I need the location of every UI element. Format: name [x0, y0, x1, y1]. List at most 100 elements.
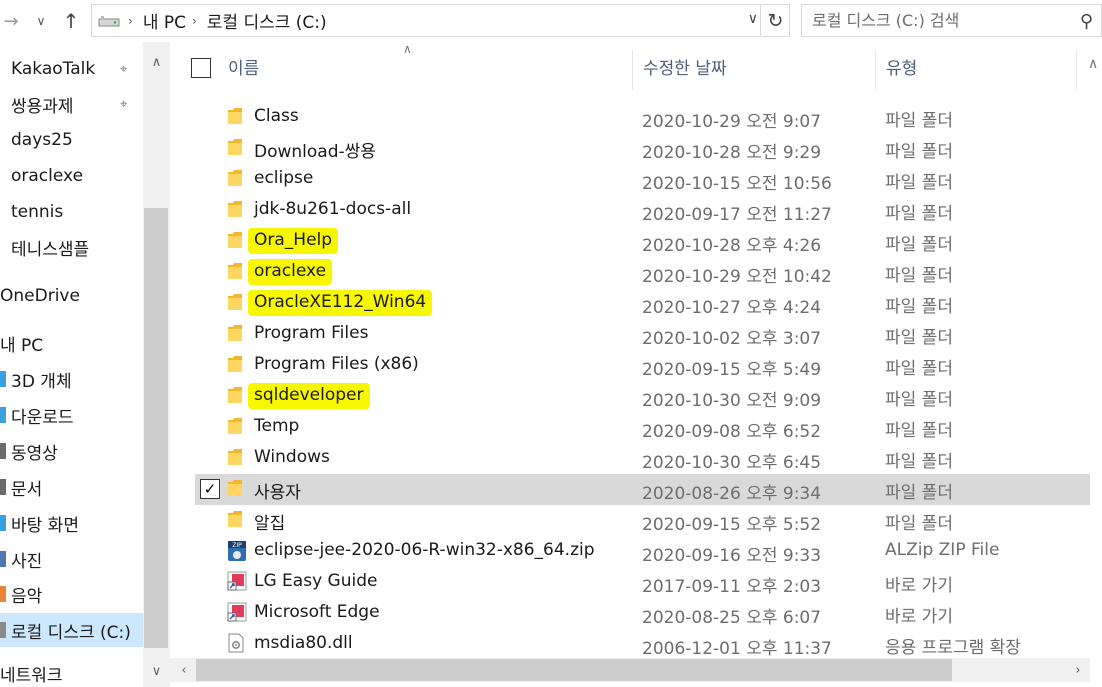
file-name[interactable]: eclipse — [254, 168, 313, 188]
file-name[interactable]: Temp — [254, 416, 299, 436]
nav-item[interactable]: tennis — [0, 195, 143, 229]
file-row[interactable]: Windows 2020-10-30 오후 6:45 파일 폴더 — [195, 443, 1090, 474]
select-all-checkbox[interactable] — [191, 58, 211, 78]
nav-item-label: 3D 개체 — [11, 371, 72, 392]
nav-item-icon — [0, 407, 6, 423]
nav-vertical-scrollbar[interactable]: ∧ ∨ — [143, 42, 170, 687]
file-name[interactable]: OracleXE112_Win64 — [248, 290, 433, 316]
file-row[interactable]: ZIP eclipse-jee-2020-06-R-win32-x86_64.zi… — [195, 536, 1090, 567]
nav-item-icon — [0, 551, 6, 567]
file-row[interactable]: Temp 2020-09-08 오후 6:52 파일 폴더 — [195, 412, 1090, 443]
nav-item[interactable]: oraclexe — [0, 159, 143, 193]
nav-item[interactable]: 테니스샘플 — [0, 230, 143, 264]
scroll-down-arrow-icon[interactable]: ∨ — [143, 659, 170, 683]
nav-item[interactable]: 네트워크 — [0, 656, 143, 687]
file-row[interactable]: Download-쌍용 2020-10-28 오전 9:29 파일 폴더 — [195, 133, 1090, 164]
nav-item[interactable]: 로컬 디스크 (C:) — [0, 613, 143, 647]
back-arrow-icon[interactable]: → — [0, 8, 22, 34]
file-row[interactable]: Ora_Help 2020-10-28 오후 4:26 파일 폴더 — [195, 226, 1090, 257]
nav-item-label: 테니스샘플 — [11, 239, 90, 260]
refresh-icon[interactable]: ↻ — [762, 4, 790, 37]
file-name[interactable]: LG Easy Guide — [254, 571, 377, 591]
breadcrumb-chevron-icon[interactable]: › — [192, 14, 197, 28]
column-type[interactable]: 유형 — [886, 42, 1076, 90]
file-row[interactable]: Program Files 2020-10-02 오후 3:07 파일 폴더 — [195, 319, 1090, 350]
nav-item[interactable]: days25 — [0, 123, 143, 157]
nav-item[interactable]: 다운로드 — [0, 398, 143, 432]
file-name[interactable]: sqldeveloper — [248, 383, 370, 409]
search-input[interactable] — [802, 11, 1067, 30]
horizontal-scrollbar[interactable]: ‹ › — [170, 658, 1090, 682]
column-name[interactable]: 이름 — [228, 42, 632, 90]
file-name[interactable]: msdia80.dll — [254, 633, 353, 653]
search-icon[interactable]: ⚲ — [1080, 11, 1093, 32]
file-row[interactable]: jdk-8u261-docs-all 2020-09-17 오전 11:27 파일 … — [195, 195, 1090, 226]
nav-item-label: 다운로드 — [11, 407, 74, 428]
file-name[interactable]: eclipse-jee-2020-06-R-win32-x86_64.zip — [254, 540, 595, 560]
breadcrumb-my-pc[interactable]: 내 PC — [143, 8, 186, 33]
file-row[interactable]: 알집 2020-09-15 오후 5:52 파일 폴더 — [195, 505, 1090, 536]
nav-item[interactable]: 3D 개체 — [0, 362, 143, 396]
file-row[interactable]: LG Easy Guide 2017-09-11 오후 2:03 바로 가기 — [195, 567, 1090, 598]
row-checkbox[interactable]: ✓ — [200, 479, 220, 499]
file-row[interactable]: sqldeveloper 2020-10-30 오전 9:09 파일 폴더 — [195, 381, 1090, 412]
scroll-right-arrow-icon[interactable]: › — [1066, 658, 1090, 682]
address-dropdown-chevron-icon[interactable]: ∨ — [748, 11, 758, 27]
file-name[interactable]: jdk-8u261-docs-all — [254, 199, 411, 219]
file-name[interactable]: Program Files (x86) — [254, 354, 419, 374]
nav-item[interactable]: 동영상 — [0, 434, 143, 468]
nav-item[interactable]: 사진 — [0, 542, 143, 576]
nav-item[interactable]: 내 PC — [0, 326, 143, 360]
breadcrumb-local-disk[interactable]: 로컬 디스크 (C:) — [207, 8, 327, 33]
folder-icon — [227, 510, 242, 528]
file-row[interactable]: OracleXE112_Win64 2020-10-27 오후 4:24 파일 폴더 — [195, 288, 1090, 319]
file-row[interactable]: oraclexe 2020-10-29 오전 10:42 파일 폴더 — [195, 257, 1090, 288]
file-type: 파일 폴더 — [885, 421, 953, 441]
file-name[interactable]: Download-쌍용 — [254, 137, 376, 162]
column-divider[interactable] — [1076, 50, 1077, 90]
nav-item[interactable]: OneDrive — [0, 279, 143, 313]
breadcrumb-chevron-icon[interactable]: › — [128, 14, 133, 28]
nav-item[interactable]: KakaoTalk ⌖ — [0, 52, 143, 86]
nav-item[interactable]: 쌍용과제 ⌖ — [0, 87, 143, 121]
file-row[interactable]: ✓ 사용자 2020-08-26 오후 9:34 파일 폴더 — [195, 474, 1090, 505]
nav-item-label: 문서 — [11, 479, 43, 500]
recent-locations-chevron-icon[interactable]: ∨ — [30, 8, 52, 34]
file-row[interactable]: eclipse 2020-10-15 오전 10:56 파일 폴더 — [195, 164, 1090, 195]
shortcut-icon — [227, 571, 247, 591]
nav-scroll-thumb[interactable] — [144, 208, 168, 648]
file-type: 파일 폴더 — [885, 328, 953, 348]
horizontal-scroll-thumb[interactable] — [196, 659, 952, 681]
column-date[interactable]: 수정한 날짜 — [643, 42, 873, 90]
column-divider[interactable] — [632, 50, 633, 90]
file-date: 2020-10-29 오전 10:42 — [642, 267, 832, 287]
file-date: 2020-10-28 오후 4:26 — [642, 236, 822, 256]
file-name[interactable]: 알집 — [254, 509, 285, 534]
file-name[interactable]: Microsoft Edge — [254, 602, 380, 622]
pin-icon: ⌖ — [120, 61, 128, 77]
file-name[interactable]: 사용자 — [254, 478, 301, 503]
file-row[interactable]: Program Files (x86) 2020-09-15 오후 5:49 파일 … — [195, 350, 1090, 381]
file-type: 바로 가기 — [885, 576, 953, 596]
file-name[interactable]: oraclexe — [248, 259, 333, 285]
scroll-up-arrow-icon[interactable]: ∧ — [143, 50, 170, 74]
file-date: 2020-10-28 오전 9:29 — [642, 143, 822, 163]
file-name[interactable]: Program Files — [254, 323, 368, 343]
nav-item-icon — [0, 443, 6, 459]
column-divider[interactable] — [875, 50, 876, 90]
file-name[interactable]: Class — [254, 106, 299, 126]
nav-item[interactable]: 음악 — [0, 577, 143, 611]
file-name[interactable]: Windows — [254, 447, 330, 467]
scroll-left-arrow-icon[interactable]: ‹ — [172, 658, 196, 682]
nav-item[interactable]: 바탕 화면 — [0, 506, 143, 540]
file-row[interactable]: Microsoft Edge 2020-08-25 오후 6:07 바로 가기 — [195, 598, 1090, 629]
search-box[interactable]: ⚲ — [801, 4, 1102, 37]
column-date-label: 수정한 날짜 — [643, 58, 727, 79]
address-box[interactable]: › 내 PC › 로컬 디스크 (C:) ∨ — [91, 4, 761, 37]
up-arrow-icon[interactable]: ↑ — [60, 8, 82, 34]
file-row[interactable]: msdia80.dll 2006-12-01 오후 11:37 응용 프로그램 확장 — [195, 629, 1090, 660]
file-row[interactable]: Class 2020-10-29 오전 9:07 파일 폴더 — [195, 102, 1090, 133]
folder-icon — [227, 448, 242, 466]
nav-item[interactable]: 문서 — [0, 470, 143, 504]
file-name[interactable]: Ora_Help — [248, 228, 339, 254]
